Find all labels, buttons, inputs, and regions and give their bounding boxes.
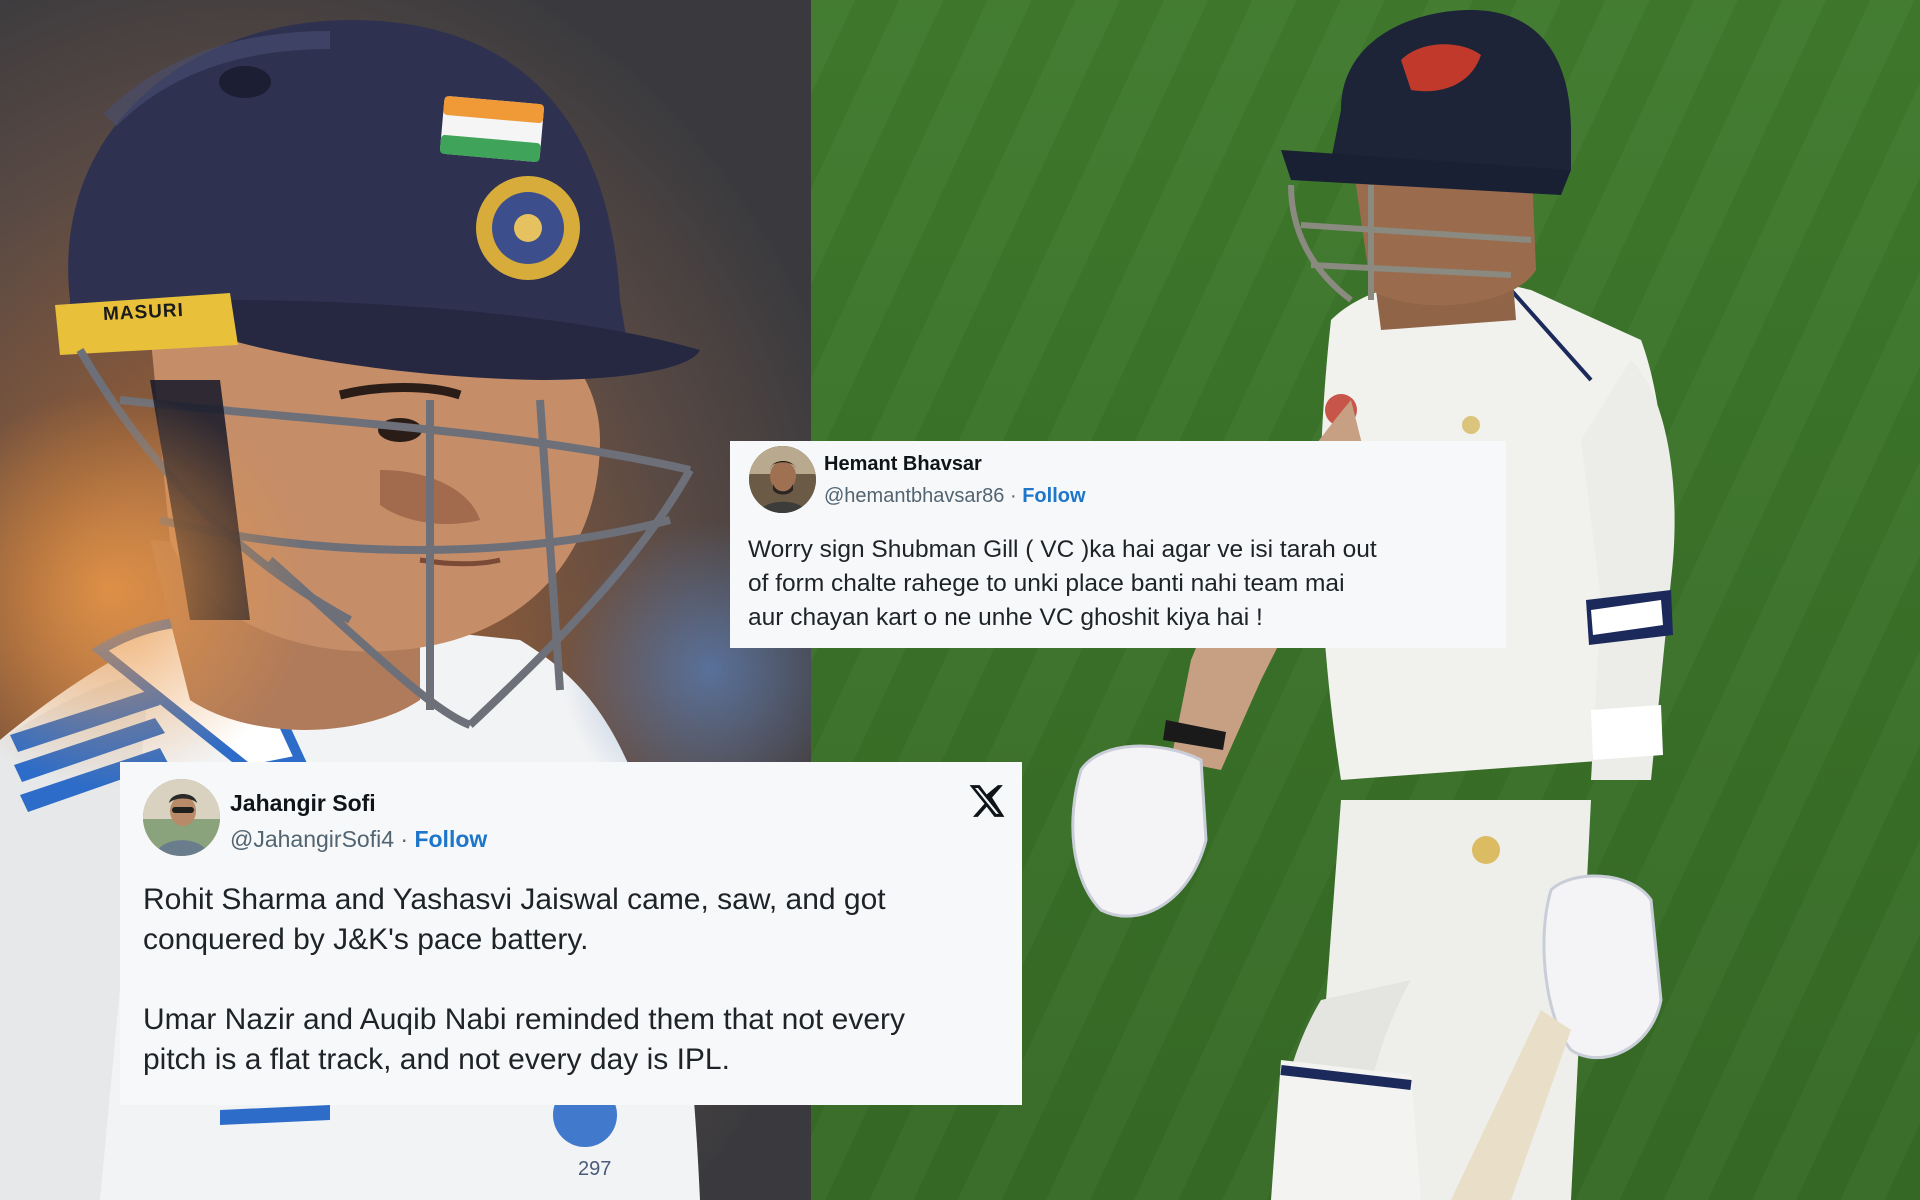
user-handle[interactable]: @JahangirSofi4	[230, 826, 394, 852]
user-display-name[interactable]: Jahangir Sofi	[230, 790, 376, 817]
x-logo-glyph	[969, 785, 1005, 817]
follow-button[interactable]: Follow	[1022, 485, 1085, 507]
avatar-image	[143, 779, 220, 856]
follow-button[interactable]: Follow	[414, 826, 487, 852]
user-handle[interactable]: @hemantbhavsar86	[824, 485, 1004, 507]
tweet-text: Rohit Sharma and Yashasvi Jaiswal came, …	[143, 883, 906, 1076]
shirt-number-text: 297	[578, 1158, 612, 1180]
handle-separator: ·	[1004, 485, 1023, 507]
user-avatar[interactable]	[749, 446, 816, 513]
handle-separator: ·	[394, 826, 415, 852]
tweet-card: Hemant Bhavsar @hemantbhavsar86 · Follow…	[730, 441, 1506, 648]
avatar-image	[749, 446, 816, 513]
user-avatar[interactable]	[143, 779, 220, 856]
user-display-name[interactable]: Hemant Bhavsar	[824, 453, 982, 476]
user-handle-line: @JahangirSofi4 · Follow	[230, 826, 487, 853]
user-handle-line: @hemantbhavsar86 · Follow	[824, 485, 1086, 508]
tweet-text: Worry sign Shubman Gill ( VC )ka hai aga…	[748, 536, 1377, 631]
x-logo-icon[interactable]	[968, 782, 1006, 820]
tweet-card: Jahangir Sofi @JahangirSofi4 · Follow Ro…	[120, 762, 1022, 1105]
helmet-brand-text: MASURI	[102, 299, 185, 326]
composite-image: MASURI 297 Hemant Bhavsar @hemantbhavsar…	[0, 0, 1920, 1200]
background-blur	[0, 380, 300, 800]
